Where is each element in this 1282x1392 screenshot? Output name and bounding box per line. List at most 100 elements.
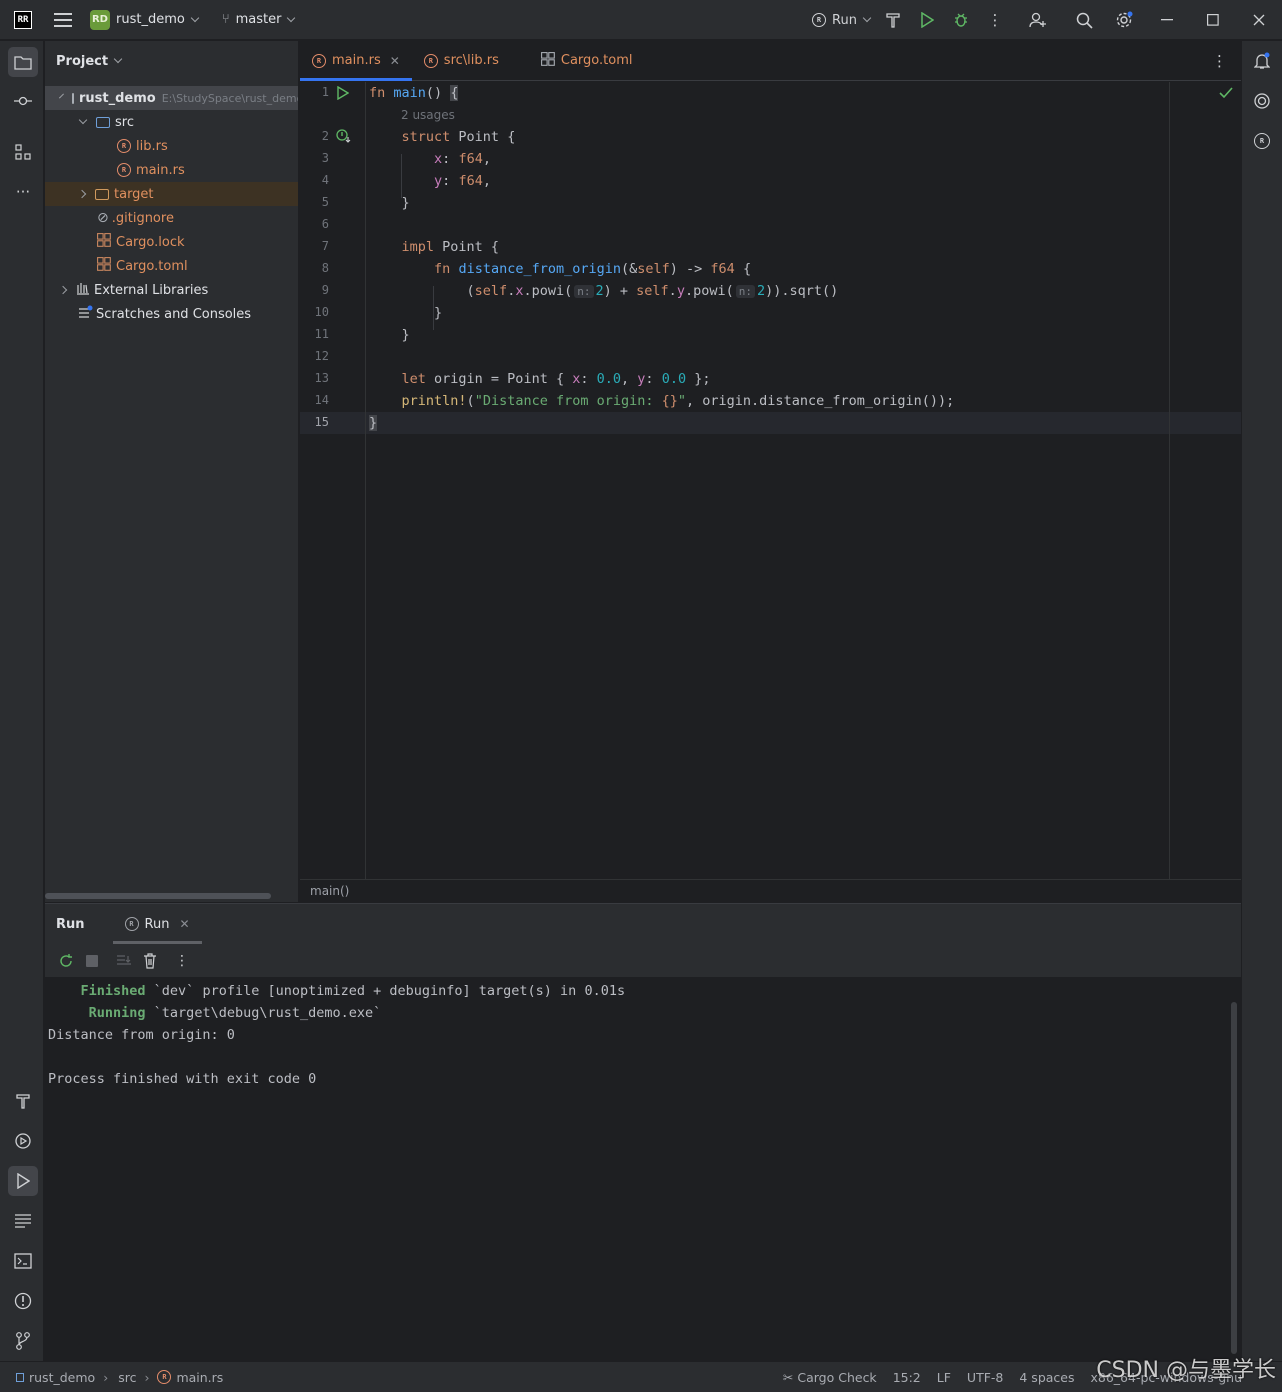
scroll-to-end-icon[interactable] xyxy=(111,948,137,974)
todo-tool-button[interactable] xyxy=(8,1206,38,1236)
caret-position[interactable]: 15:2 xyxy=(893,1370,921,1385)
ignore-file-icon: ⊘ xyxy=(97,210,109,226)
run-tool-button[interactable] xyxy=(8,1166,38,1196)
tab-main-rs[interactable]: R main.rs ✕ xyxy=(300,41,412,81)
run-button[interactable] xyxy=(910,0,944,40)
line-separator[interactable]: LF xyxy=(937,1370,951,1385)
notifications-bell-icon[interactable] xyxy=(1247,46,1277,76)
project-panel-header[interactable]: Project xyxy=(45,41,298,81)
more-actions-button[interactable]: ⋮ xyxy=(978,0,1012,40)
tree-item-cargo-lock[interactable]: Cargo.lock xyxy=(45,230,298,254)
project-panel: Project rust_demo E:\StudySpace\rust_dem… xyxy=(45,41,299,902)
console-vertical-scrollbar[interactable] xyxy=(1231,1002,1237,1354)
commit-tool-button[interactable] xyxy=(8,86,38,116)
tree-item-gitignore[interactable]: ⊘ .gitignore xyxy=(45,206,298,230)
line-number: 10 xyxy=(314,305,329,319)
left-tool-strip: ··· xyxy=(0,41,44,1361)
code-line[interactable]: } xyxy=(369,412,378,434)
code-line[interactable]: (self.x.powi(n: 2) + self.y.powi(n: 2)).sq… xyxy=(369,280,839,302)
branch-switcher[interactable]: master xyxy=(236,12,282,27)
code-line[interactable]: y: f64, xyxy=(369,170,491,192)
ai-assistant-icon[interactable] xyxy=(1247,86,1277,116)
code-line[interactable]: impl Point { xyxy=(369,236,500,258)
tree-item-lib-rs[interactable]: R lib.rs xyxy=(45,134,298,158)
watermark: CSDN @与墨学长 xyxy=(1096,1358,1276,1383)
no-problems-check-icon[interactable] xyxy=(1219,87,1233,103)
project-horizontal-scrollbar[interactable] xyxy=(45,893,271,899)
cargo-tool-icon[interactable]: R xyxy=(1247,126,1277,156)
code-line[interactable]: fn distance_from_origin(&self) -> f64 { xyxy=(369,258,751,280)
rust-icon: R xyxy=(124,917,139,931)
chevron-down-icon xyxy=(190,13,200,22)
run-tab[interactable]: R Run ✕ xyxy=(112,904,202,944)
editor-breadcrumb[interactable]: main() xyxy=(300,879,1241,902)
line-number: 7 xyxy=(321,239,329,253)
add-user-icon[interactable] xyxy=(1012,0,1064,40)
git-tool-button[interactable] xyxy=(8,1326,38,1356)
project-switcher[interactable]: rust_demo xyxy=(116,12,185,27)
stop-icon[interactable] xyxy=(79,948,105,974)
problems-tool-button[interactable] xyxy=(8,1286,38,1316)
tree-item-target[interactable]: target xyxy=(45,182,298,206)
more-options-icon[interactable]: ⋮ xyxy=(169,948,195,974)
collapse-arrow-icon xyxy=(58,285,68,295)
tab-cargo-toml[interactable]: Cargo.toml xyxy=(529,41,645,81)
code-line[interactable]: } xyxy=(369,192,410,214)
main-menu-button[interactable] xyxy=(54,12,72,27)
console-line: Distance from origin: 0 xyxy=(48,1027,235,1043)
project-tool-button[interactable] xyxy=(8,47,38,77)
build-tool-button[interactable] xyxy=(8,1086,38,1116)
console-output[interactable]: Finished `dev` profile [unoptimized + de… xyxy=(48,980,625,1090)
run-config-selector[interactable]: R Run xyxy=(806,0,876,40)
status-path-file[interactable]: main.rs xyxy=(176,1370,223,1385)
code-line[interactable]: struct Point { xyxy=(369,126,516,148)
cargo-check-widget[interactable]: Cargo Check xyxy=(797,1370,876,1385)
code-line[interactable]: let origin = Point { x: 0.0, y: 0.0 }; xyxy=(369,368,711,390)
settings-gear-icon[interactable] xyxy=(1104,0,1144,40)
tree-item-main-rs[interactable]: R main.rs xyxy=(45,158,298,182)
clear-trash-icon[interactable] xyxy=(137,948,163,974)
tree-item-external-libraries[interactable]: External Libraries xyxy=(45,278,298,302)
indent-setting[interactable]: 4 spaces xyxy=(1019,1370,1074,1385)
tree-item-src[interactable]: src xyxy=(45,110,298,134)
implemented-gutter-icon[interactable] xyxy=(336,129,352,147)
run-gutter-icon[interactable] xyxy=(337,85,350,104)
line-number: 1 xyxy=(321,85,329,99)
terminal-tool-button[interactable] xyxy=(8,1246,38,1276)
search-icon[interactable] xyxy=(1064,0,1104,40)
console-line: Running `target\debug\rust_demo.exe` xyxy=(88,1005,382,1021)
cargo-file-icon xyxy=(97,233,111,251)
project-badge[interactable]: RD xyxy=(90,9,110,30)
tab-lib-rs[interactable]: R src\lib.rs xyxy=(412,41,511,81)
line-number: 6 xyxy=(321,217,329,231)
file-encoding[interactable]: UTF-8 xyxy=(967,1370,1003,1385)
code-line[interactable]: } xyxy=(369,302,442,324)
minimize-button[interactable] xyxy=(1144,0,1190,40)
status-bar: rust_demo › src › R main.rs ✂ Cargo Chec… xyxy=(0,1361,1282,1392)
code-line[interactable]: } xyxy=(369,324,410,346)
maximize-button[interactable] xyxy=(1190,0,1236,40)
close-window-button[interactable] xyxy=(1236,0,1282,40)
usages-hint[interactable]: 2 usages xyxy=(401,108,455,122)
more-tools-button[interactable]: ··· xyxy=(8,177,38,207)
folder-icon xyxy=(72,92,74,104)
chevron-right-icon: › xyxy=(103,1369,109,1385)
code-line[interactable]: x: f64, xyxy=(369,148,491,170)
code-line[interactable]: fn main() { xyxy=(369,82,459,104)
line-number: 12 xyxy=(314,349,329,363)
tree-item-cargo-toml[interactable]: Cargo.toml xyxy=(45,254,298,278)
close-tab-icon[interactable]: ✕ xyxy=(179,917,189,931)
build-button[interactable] xyxy=(876,0,910,40)
rerun-icon[interactable] xyxy=(53,948,79,974)
code-line[interactable]: println!("Distance from origin: {}", ori… xyxy=(369,390,955,412)
tree-item-rust-demo[interactable]: rust_demo E:\StudySpace\rust_demo xyxy=(45,86,298,110)
structure-tool-button[interactable] xyxy=(8,137,38,167)
tree-item-scratches[interactable]: Scratches and Consoles xyxy=(45,302,298,326)
tab-options-button[interactable]: ⋮ xyxy=(1212,52,1227,70)
close-tab-icon[interactable]: ✕ xyxy=(390,54,400,68)
services-tool-button[interactable] xyxy=(8,1126,38,1156)
chevron-down-icon xyxy=(862,13,872,23)
status-path-src[interactable]: src xyxy=(118,1370,136,1385)
debug-button[interactable] xyxy=(944,0,978,40)
status-path-project[interactable]: rust_demo xyxy=(29,1370,95,1385)
